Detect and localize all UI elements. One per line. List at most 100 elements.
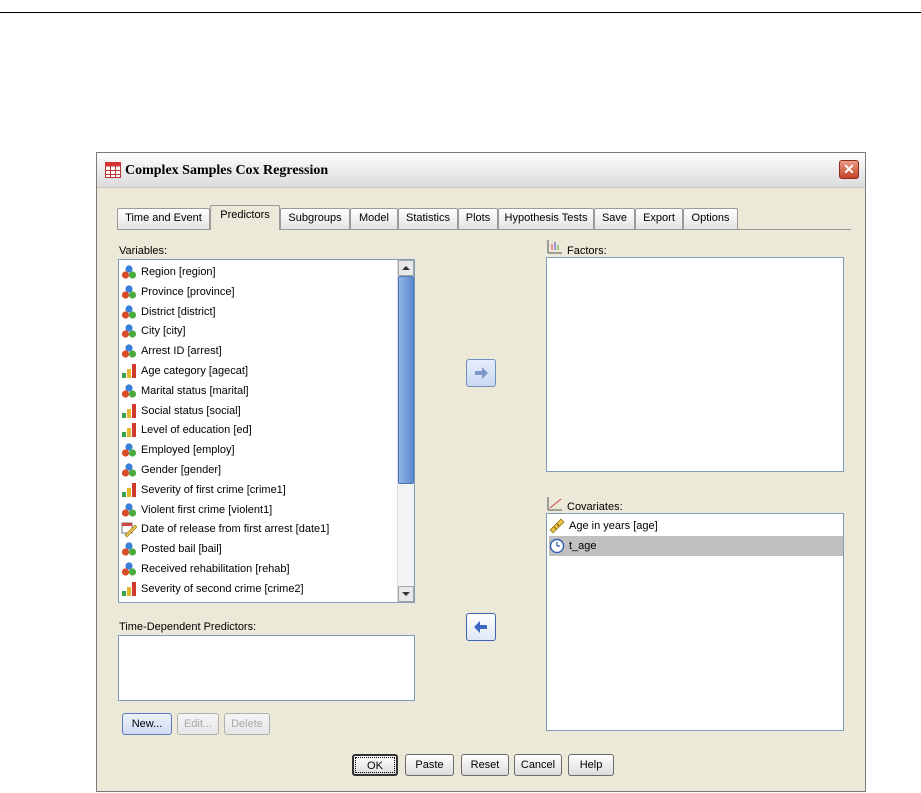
list-item[interactable]: Received rehabilitation [rehab]: [121, 559, 290, 579]
list-item-label: Marital status [marital]: [141, 384, 249, 397]
list-item[interactable]: Age category [agecat]: [121, 361, 248, 381]
list-item-label: Gender [gender]: [141, 464, 222, 476]
tab-statistics[interactable]: Statistics: [398, 208, 458, 229]
ordinal-icon: [121, 403, 137, 419]
ok-button[interactable]: OK: [352, 754, 398, 776]
ordinal-icon: [121, 482, 137, 498]
help-button[interactable]: Help: [568, 754, 614, 776]
nominal-icon: [121, 264, 137, 280]
time-dependent-label: Time-Dependent Predictors:: [119, 621, 257, 633]
ordinal-icon: [121, 363, 137, 379]
tab-subgroups[interactable]: Subgroups: [280, 208, 350, 229]
list-item[interactable]: District [district]: [121, 302, 216, 322]
list-item[interactable]: Severity of second crime [crime2]: [121, 579, 304, 599]
reset-button[interactable]: Reset: [461, 754, 509, 776]
close-button[interactable]: ✕: [839, 160, 859, 179]
list-item-label: Date of release from first arrest [date1…: [141, 523, 330, 536]
dialog-window: Complex Samples Cox Regression ✕ Time an…: [96, 152, 866, 792]
list-item-label: Received rehabilitation [rehab]: [141, 563, 290, 575]
list-item[interactable]: Province [province]: [121, 282, 235, 302]
tab-predictors[interactable]: Predictors: [210, 205, 280, 230]
cancel-button[interactable]: Cancel: [514, 754, 562, 776]
date-scale-icon: [121, 521, 138, 538]
tab-time-and-event[interactable]: Time and Event: [117, 208, 210, 229]
list-item[interactable]: Marital status [marital]: [121, 381, 249, 401]
tab-save[interactable]: Save: [594, 208, 635, 229]
nominal-icon: [121, 541, 137, 557]
list-item-label: Employed [employ]: [141, 444, 235, 457]
nominal-icon: [121, 323, 137, 339]
scroll-down-button[interactable]: [398, 586, 414, 602]
list-item[interactable]: Age in years [age]: [549, 516, 658, 536]
nominal-icon: [121, 462, 137, 478]
tab-strip: Time and Event Predictors Subgroups Mode…: [117, 205, 851, 230]
list-item-label: District [district]: [141, 305, 216, 318]
delete-predictor-button[interactable]: Delete: [224, 713, 270, 735]
time-dependent-list[interactable]: [118, 635, 415, 701]
scroll-down-arrow-icon: [402, 592, 410, 596]
top-rule: [0, 12, 921, 13]
list-item[interactable]: Posted bail [bail]: [121, 539, 222, 559]
list-item-label: t_age: [569, 539, 597, 552]
nominal-icon: [121, 343, 137, 359]
paste-button[interactable]: Paste: [405, 754, 454, 776]
scroll-up-button[interactable]: [398, 260, 414, 276]
edit-predictor-button[interactable]: Edit...: [177, 713, 219, 735]
list-item[interactable]: Gender [gender]: [121, 460, 221, 480]
nominal-icon: [121, 561, 137, 577]
scroll-thumb[interactable]: [398, 276, 414, 484]
move-to-factors-button[interactable]: [466, 359, 496, 387]
nominal-icon: [121, 383, 137, 399]
variables-label: Variables:: [119, 245, 168, 257]
list-item-label: Severity of first crime [crime1]: [141, 483, 286, 496]
list-item[interactable]: Level of education [ed]: [121, 420, 252, 440]
left-arrow-icon: [474, 621, 487, 633]
tab-model[interactable]: Model: [350, 208, 398, 229]
new-predictor-button[interactable]: New...: [122, 713, 172, 735]
list-item-label: Posted bail [bail]: [141, 543, 222, 556]
tab-plots[interactable]: Plots: [458, 208, 498, 229]
time-icon: [549, 538, 565, 554]
move-from-covariates-button[interactable]: [466, 613, 496, 641]
list-item-label: Level of education [ed]: [141, 424, 252, 437]
tab-export[interactable]: Export: [635, 208, 683, 229]
spreadsheet-app-icon: [105, 162, 121, 178]
covariates-icon: [547, 497, 562, 511]
list-item-label: Social status [social]: [141, 404, 241, 417]
list-item[interactable]: Violent first crime [violent1]: [121, 500, 272, 520]
list-item-label: Region [region]: [141, 266, 216, 278]
scale-icon: [549, 518, 565, 534]
list-item[interactable]: Region [region]: [121, 262, 216, 282]
list-item[interactable]: Social status [social]: [121, 401, 241, 421]
list-item[interactable]: Employed [employ]: [121, 440, 235, 460]
scroll-up-arrow-icon: [402, 266, 410, 270]
list-item[interactable]: t_age: [549, 535, 843, 556]
list-item-label: Province [province]: [141, 285, 235, 298]
factors-label: Factors:: [567, 245, 607, 257]
nominal-icon: [121, 442, 137, 458]
list-item-label: Age category [agecat]: [141, 365, 249, 377]
list-item-label: Violent first crime [violent1]: [141, 503, 273, 516]
list-item[interactable]: Arrest ID [arrest]: [121, 341, 222, 361]
list-item[interactable]: Date of release from first arrest [date1…: [121, 519, 329, 539]
window-title: Complex Samples Cox Regression: [125, 163, 329, 178]
nominal-icon: [121, 502, 137, 518]
list-item-label: Severity of second crime [crime2]: [141, 582, 304, 595]
list-item[interactable]: Severity of first crime [crime1]: [121, 480, 286, 500]
ordinal-icon: [121, 422, 137, 438]
title-bar: Complex Samples Cox Regression ✕: [97, 153, 865, 188]
variables-scrollbar[interactable]: [397, 260, 414, 602]
ordinal-icon: [121, 581, 137, 597]
variables-list[interactable]: Region [region] Province [province] Distri…: [118, 259, 415, 603]
list-item[interactable]: City [city]: [121, 321, 186, 341]
list-item-label: City [city]: [141, 325, 186, 338]
covariates-list[interactable]: Age in years [age] t_age: [546, 513, 844, 731]
covariates-label: Covariates:: [567, 501, 623, 513]
right-arrow-icon: [475, 367, 488, 379]
tab-options[interactable]: Options: [683, 208, 738, 229]
nominal-icon: [121, 304, 137, 320]
nominal-icon: [121, 284, 137, 300]
factors-icon: [547, 240, 562, 254]
tab-hypothesis-tests[interactable]: Hypothesis Tests: [498, 208, 594, 229]
factors-list[interactable]: [546, 257, 844, 472]
